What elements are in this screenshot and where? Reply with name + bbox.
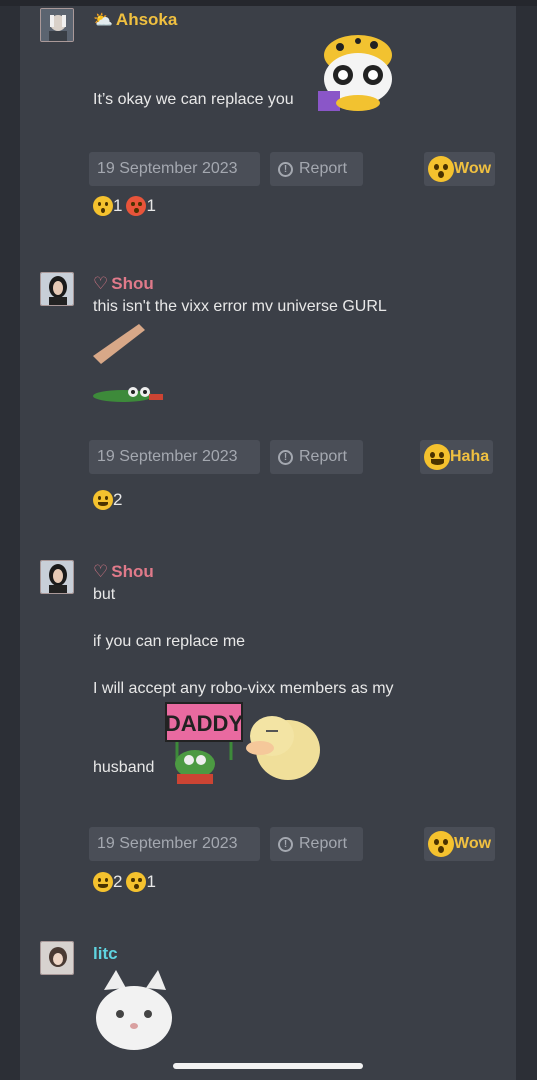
avatar[interactable] (40, 8, 74, 42)
angry-emoji-icon (126, 196, 147, 216)
reaction-counts[interactable]: 1 1 (93, 196, 156, 216)
weather-icon: ⛅ (93, 12, 113, 29)
date-pill: 19 September 2023 (89, 440, 260, 474)
count: 1 (113, 196, 123, 215)
report-icon: ! (278, 836, 293, 852)
wow-emoji-icon (428, 156, 454, 182)
date-label: 19 September 2023 (97, 160, 238, 177)
message-text: I will accept any robo-vixx members as m… (93, 680, 394, 697)
date-label: 19 September 2023 (97, 835, 238, 852)
wow-emoji-icon (428, 831, 454, 857)
my-reaction-badge[interactable]: Wow (424, 827, 496, 861)
message-text: but (93, 586, 116, 603)
author-label: Ahsoka (115, 10, 178, 29)
reaction-counts[interactable]: 2 (93, 490, 122, 510)
home-indicator[interactable] (173, 1063, 363, 1069)
author-label: Shou (111, 562, 154, 581)
laughing-emoji-icon (93, 490, 113, 510)
count: 2 (113, 872, 123, 891)
heart-icon: ♡ (93, 562, 109, 581)
report-button[interactable]: ! Report (270, 152, 363, 186)
wow-emoji-icon (93, 196, 113, 216)
count: 1 (146, 872, 156, 891)
report-label: Report (299, 160, 348, 177)
reaction-label: Wow (454, 835, 492, 852)
date-pill: 19 September 2023 (89, 152, 260, 186)
frog-sticker (93, 382, 169, 404)
my-reaction-badge[interactable]: Haha (420, 440, 494, 474)
avatar[interactable] (40, 560, 74, 594)
cat-sticker (94, 970, 172, 1050)
daddy-frog-sticker: DADDY (165, 702, 243, 784)
report-label: Report (299, 835, 348, 852)
report-button[interactable]: ! Report (270, 827, 363, 861)
laughing-emoji-icon (424, 444, 450, 470)
message-text: husband (93, 759, 155, 776)
message-text: if you can replace me (93, 633, 246, 650)
sticker-text: DADDY (165, 711, 243, 736)
avatar[interactable] (40, 272, 74, 306)
author-name[interactable]: ⛅ Ahsoka (93, 10, 177, 30)
avatar[interactable] (40, 941, 74, 975)
wow-emoji-icon (126, 872, 147, 892)
author-name[interactable]: ♡ Shou (93, 562, 154, 582)
heart-icon: ♡ (93, 274, 109, 293)
reaction-counts[interactable]: 2 1 (93, 872, 156, 892)
message-text: It’s okay we can replace you (93, 91, 294, 108)
laughing-emoji-icon (93, 872, 113, 892)
date-pill: 19 September 2023 (89, 827, 260, 861)
pointing-hand-sticker (93, 322, 145, 364)
count: 2 (113, 490, 123, 509)
reaction-label: Haha (450, 448, 490, 465)
report-label: Report (299, 448, 348, 465)
date-label: 19 September 2023 (97, 448, 238, 465)
report-button[interactable]: ! Report (270, 440, 363, 474)
author-label: litc (93, 944, 118, 963)
message-panel: ⛅ Ahsoka It’s okay we can replace you 19… (20, 6, 516, 1080)
message-text: this isn't the vixx error mv universe GU… (93, 298, 387, 315)
author-label: Shou (111, 274, 154, 293)
count: 1 (146, 196, 156, 215)
panda-sticker (318, 33, 398, 111)
report-icon: ! (278, 161, 293, 177)
reaction-label: Wow (454, 160, 492, 177)
author-name[interactable]: litc (93, 944, 118, 964)
report-icon: ! (278, 449, 293, 465)
author-name[interactable]: ♡ Shou (93, 274, 154, 294)
my-reaction-badge[interactable]: Wow (424, 152, 496, 186)
duck-sticker (246, 708, 322, 782)
